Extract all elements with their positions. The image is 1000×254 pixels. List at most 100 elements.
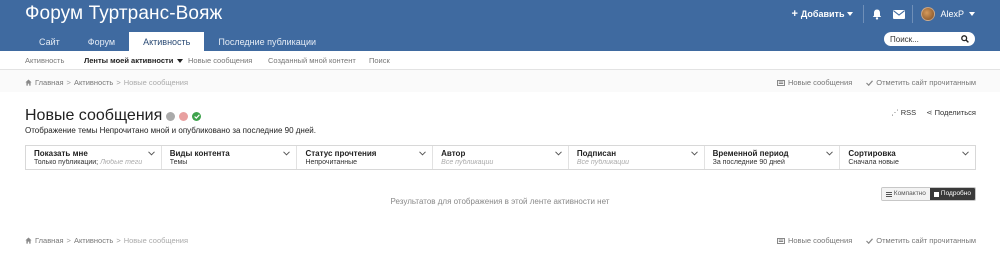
page-actions-top: Новые сообщения Отметить сайт прочитанны…: [776, 78, 976, 87]
breadcrumb-separator: >: [116, 236, 121, 245]
subnav-item-search[interactable]: Поиск: [369, 51, 390, 70]
search-input[interactable]: Поиск...: [890, 35, 961, 44]
chevron-down-icon: [419, 151, 427, 156]
filter-show-me[interactable]: Показать мне Только публикации; Любые те…: [26, 146, 162, 169]
caret-down-icon: [177, 59, 184, 63]
new-posts-label: Новые сообщения: [787, 78, 853, 87]
filter-value: Темы: [169, 159, 188, 166]
page-actions-bottom: Новые сообщения Отметить сайт прочитанны…: [776, 236, 976, 245]
header-divider: [863, 5, 865, 23]
filter-following[interactable]: Подписан Все публикации: [569, 146, 705, 169]
tab-latest-posts[interactable]: Последние публикации: [204, 32, 330, 51]
newspaper-icon: [776, 237, 785, 244]
new-posts-link[interactable]: Новые сообщения: [776, 78, 853, 87]
header-actions: + Добавить AlexP: [783, 5, 1000, 23]
mark-site-read-label: Отметить сайт прочитанным: [876, 78, 976, 87]
breadcrumb-home[interactable]: Главная: [35, 236, 64, 245]
filter-label: Автор: [441, 149, 466, 158]
user-menu[interactable]: AlexP: [915, 5, 1000, 23]
subnav-item-activity[interactable]: Активность: [25, 51, 64, 70]
subnav-item-label: Ленты моей активности: [84, 56, 174, 65]
search-box[interactable]: Поиск...: [884, 32, 975, 46]
feed-filter-bar: Показать мне Только публикации; Любые те…: [25, 145, 976, 170]
feed-actions: ⋰ RSS ⋖ Поделиться: [891, 108, 976, 117]
main-nav-tabs: Сайт Форум Активность Последние публикац…: [25, 32, 330, 51]
subnav-item-new-posts[interactable]: Новые сообщения: [188, 51, 252, 70]
page-title: Новые сообщения: [25, 107, 163, 124]
mark-site-read-link[interactable]: Отметить сайт прочитанным: [866, 236, 976, 245]
filter-label: Подписан: [576, 149, 617, 158]
empty-feed-message: Результатов для отображения в этой ленте…: [390, 197, 610, 206]
avatar: [921, 7, 936, 21]
filter-value: Непрочитанные: [305, 159, 358, 166]
breadcrumb-activity[interactable]: Активность: [74, 236, 113, 245]
breadcrumb-separator: >: [116, 78, 121, 87]
ignore-icon[interactable]: [179, 111, 189, 121]
mark-site-read-label: Отметить сайт прочитанным: [876, 236, 976, 245]
filter-label: Сортировка: [848, 149, 896, 158]
filter-sort[interactable]: Сортировка Сначала новые: [840, 146, 975, 169]
rss-label: RSS: [900, 108, 917, 117]
list-icon: [885, 191, 892, 197]
breadcrumb-current: Новые сообщения: [123, 236, 189, 245]
conversations-envelope-icon[interactable]: [888, 5, 910, 23]
feed-description: Отображение темы Непрочитано мной и опуб…: [25, 126, 316, 135]
site-header: Форум Туртранс-Вояж + Добавить AlexP Сай…: [0, 0, 1000, 51]
new-posts-link[interactable]: Новые сообщения: [776, 236, 853, 245]
breadcrumb-separator: >: [66, 236, 71, 245]
newspaper-icon: [776, 79, 785, 86]
filter-time-period[interactable]: Временной период За последние 90 дней: [705, 146, 841, 169]
filter-label: Виды контента: [169, 149, 230, 158]
tab-activity[interactable]: Активность: [129, 32, 205, 51]
chevron-down-icon: [826, 151, 834, 156]
breadcrumb-activity[interactable]: Активность: [74, 78, 113, 87]
plus-icon: +: [791, 8, 798, 20]
add-content-button[interactable]: + Добавить: [783, 5, 861, 23]
tab-site[interactable]: Сайт: [25, 32, 74, 51]
follow-check-icon[interactable]: [192, 111, 202, 121]
breadcrumb-home[interactable]: Главная: [35, 78, 64, 87]
filter-value: За последние 90 дней: [712, 159, 785, 166]
chevron-down-icon: [690, 151, 698, 156]
subnav-item-my-feeds[interactable]: Ленты моей активности: [84, 51, 184, 70]
chevron-down-icon: [147, 151, 155, 156]
chevron-down-icon: [283, 151, 291, 156]
header-divider: [912, 5, 914, 23]
caret-down-icon: [969, 12, 975, 16]
tab-forum[interactable]: Форум: [74, 32, 129, 51]
alerts-bell-icon[interactable]: [866, 5, 888, 23]
home-icon: [25, 79, 32, 86]
subnav-item-my-content[interactable]: Созданный мной контент: [268, 51, 356, 70]
filter-value: Все публикации: [576, 159, 629, 166]
breadcrumb-separator: >: [66, 78, 71, 87]
filter-value: Сначала новые: [848, 159, 899, 166]
filter-label: Временной период: [712, 149, 789, 158]
breadcrumb-bar-top: Главная > Активность > Новые сообщения Н…: [0, 70, 1000, 92]
share-link[interactable]: ⋖ Поделиться: [926, 108, 976, 117]
breadcrumb: Главная > Активность > Новые сообщения: [25, 78, 188, 87]
chevron-down-icon: [555, 151, 562, 156]
share-icon: ⋖: [926, 108, 933, 117]
filter-author[interactable]: Автор Все публикации: [433, 146, 569, 169]
home-icon: [25, 237, 32, 244]
filter-read-status[interactable]: Статус прочтения Непрочитанные: [297, 146, 434, 169]
breadcrumb-bottom: Главная > Активность > Новые сообщения: [25, 236, 188, 245]
filter-label: Статус прочтения: [305, 149, 377, 158]
page-title-row: Новые сообщения: [25, 107, 202, 125]
rss-link[interactable]: ⋰ RSS: [891, 108, 916, 117]
caret-down-icon: [847, 12, 854, 16]
edit-icon[interactable]: [166, 111, 176, 121]
site-title[interactable]: Форум Туртранс-Вояж: [25, 3, 222, 25]
search-icon[interactable]: [961, 35, 969, 43]
check-icon: [866, 79, 874, 86]
sub-navigation: Активность Ленты моей активности Новые с…: [0, 51, 1000, 70]
chevron-down-icon: [962, 151, 969, 156]
new-posts-label: Новые сообщения: [787, 236, 853, 245]
share-label: Поделиться: [934, 108, 976, 117]
filter-value: Только публикации; Любые теги: [34, 159, 143, 166]
rss-icon: ⋰: [891, 108, 899, 117]
filter-content-types[interactable]: Виды контента Темы: [162, 146, 298, 169]
check-icon: [866, 237, 874, 244]
square-icon: [933, 191, 939, 197]
mark-site-read-link[interactable]: Отметить сайт прочитанным: [866, 78, 976, 87]
